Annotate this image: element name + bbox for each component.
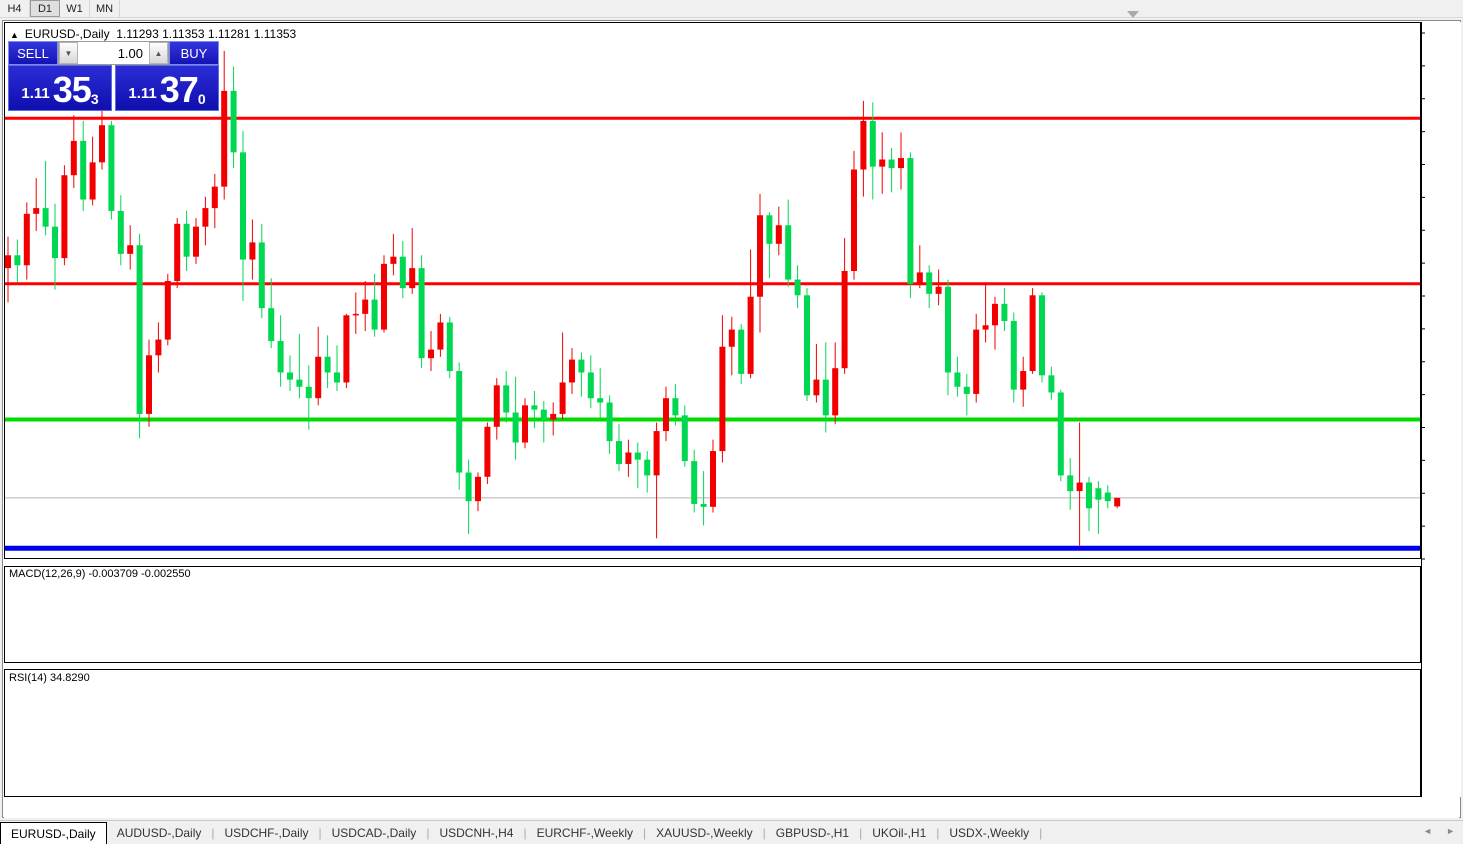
volume-decrease-button[interactable]: ▼ bbox=[59, 42, 78, 64]
one-click-trade-panel: SELL ▼ 1.00 ▲ BUY 1.11 35 3 1.11 37 0 bbox=[8, 41, 219, 111]
chart-tab-xauusd-weekly[interactable]: XAUUSD-,Weekly bbox=[646, 822, 762, 844]
volume-spinner: ▼ 1.00 ▲ bbox=[58, 41, 169, 65]
sell-price-prefix: 1.11 bbox=[21, 81, 49, 107]
collapse-icon[interactable]: ▲ bbox=[10, 30, 19, 40]
chart-title: ▲ EURUSD-,Daily 1.11293 1.11353 1.11281 1… bbox=[10, 27, 296, 41]
macd-indicator-label: MACD(12,26,9) -0.003709 -0.002550 bbox=[9, 568, 191, 580]
buy-price-sup: 0 bbox=[198, 91, 206, 107]
rsi-indicator-label: RSI(14) 34.8290 bbox=[9, 672, 90, 684]
tab-scroll-left-icon[interactable]: ◄ bbox=[1423, 826, 1432, 836]
sell-price-sup: 3 bbox=[91, 91, 99, 107]
terminal-window: H4D1W1MN ▲EURUSD-,Daily 1.11293 1.11353 … bbox=[0, 0, 1463, 844]
buy-price-prefix: 1.11 bbox=[128, 81, 156, 107]
chart-tab-gbpusd-h1[interactable]: GBPUSD-,H1 bbox=[766, 822, 859, 844]
tab-scroll-arrows: ◄ ► bbox=[1423, 826, 1455, 836]
tab-scroll-right-icon[interactable]: ► bbox=[1446, 826, 1455, 836]
buy-price-button[interactable]: 1.11 37 0 bbox=[115, 65, 219, 111]
chart-tab-usdcnh-h4[interactable]: USDCNH-,H4 bbox=[429, 822, 523, 844]
chart-tab-audusd-daily[interactable]: AUDUSD-,Daily bbox=[107, 822, 212, 844]
price-chart-canvas[interactable] bbox=[0, 0, 1463, 844]
chart-tab-bar: EURUSD-,DailyAUDUSD-,Daily | USDCHF-,Daily… bbox=[0, 820, 1463, 844]
tab-separator: | bbox=[1039, 826, 1042, 840]
chart-tab-usdcad-daily[interactable]: USDCAD-,Daily bbox=[322, 822, 427, 844]
volume-input[interactable]: 1.00 bbox=[78, 42, 149, 64]
chart-tab-ukoil-h1[interactable]: UKOil-,H1 bbox=[862, 822, 936, 844]
sell-price-big: 35 bbox=[53, 73, 91, 107]
sell-price-button[interactable]: 1.11 35 3 bbox=[8, 65, 112, 111]
chart-tab-usdchf-daily[interactable]: USDCHF-,Daily bbox=[215, 822, 319, 844]
sell-button[interactable]: SELL bbox=[8, 41, 58, 65]
chart-tab-eurchf-weekly[interactable]: EURCHF-,Weekly bbox=[527, 822, 643, 844]
chart-tab-usdx-weekly[interactable]: USDX-,Weekly bbox=[939, 822, 1039, 844]
chart-tab-eurusd-daily[interactable]: EURUSD-,Daily bbox=[0, 822, 107, 844]
buy-button[interactable]: BUY bbox=[169, 41, 219, 65]
chart-ohlc-values: 1.11293 1.11353 1.11281 1.11353 bbox=[116, 27, 296, 41]
chart-symbol-label: EURUSD-,Daily bbox=[25, 27, 110, 41]
volume-increase-button[interactable]: ▲ bbox=[149, 42, 168, 64]
buy-price-big: 37 bbox=[160, 73, 198, 107]
